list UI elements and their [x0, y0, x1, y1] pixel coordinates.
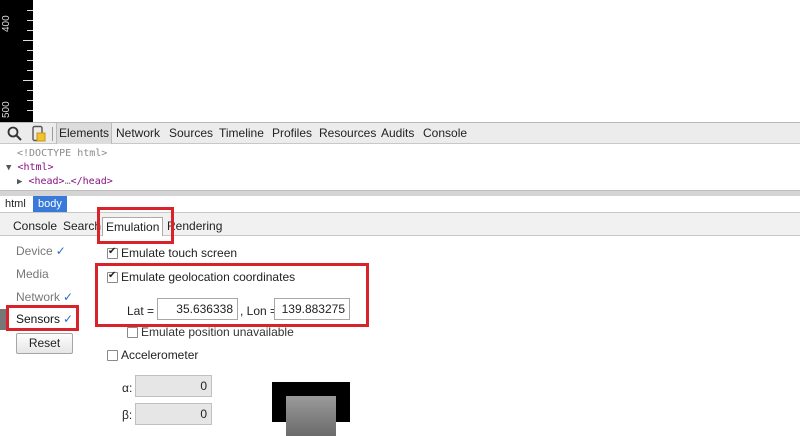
tab-network[interactable]: Network — [114, 123, 162, 144]
tab-elements[interactable]: Elements — [56, 123, 113, 144]
alpha-label: α: — [122, 381, 133, 395]
drawer-tab-rendering[interactable]: Rendering — [167, 217, 222, 236]
position-unavailable-checkbox[interactable] — [127, 327, 138, 338]
check-icon: ✓ — [55, 244, 66, 258]
device-mode-icon[interactable] — [30, 125, 48, 143]
device-orientation-preview — [272, 382, 350, 436]
dom-tree: <!DOCTYPE html> ▼ <html> ▶ <head>…</head… — [0, 145, 800, 190]
reset-button[interactable]: Reset — [16, 333, 73, 354]
touch-screen-label: Emulate touch screen — [121, 246, 238, 260]
drawer-tab-console[interactable]: Console — [13, 217, 57, 236]
alpha-input[interactable]: 0 — [135, 375, 212, 397]
geolocation-highlight — [95, 263, 369, 327]
accelerometer-label: Accelerometer — [121, 348, 199, 362]
devtools-toolbar: Elements Network Sources Timeline Profil… — [0, 122, 800, 144]
sidebar-item-network[interactable]: Network ✓ — [16, 290, 73, 304]
search-icon[interactable] — [6, 125, 24, 143]
ruler-label-500: 500 — [1, 101, 12, 118]
sidebar-item-label: Media — [16, 267, 49, 281]
inspected-page-viewport — [33, 0, 800, 122]
beta-label: β: — [122, 408, 133, 422]
touch-screen-checkbox[interactable] — [107, 246, 118, 259]
sidebar-item-device[interactable]: Device ✓ — [16, 244, 66, 258]
breadcrumb-body[interactable]: body — [33, 196, 67, 212]
drawer-tab-search[interactable]: Search — [63, 217, 101, 236]
tab-timeline[interactable]: Timeline — [217, 123, 266, 144]
sidebar-item-label: Network — [16, 290, 61, 304]
doctype-node[interactable]: <!DOCTYPE html> — [17, 148, 107, 159]
sidebar-item-media[interactable]: Media — [16, 267, 49, 281]
check-icon: ✓ — [63, 290, 74, 304]
beta-input[interactable]: 0 — [135, 403, 212, 425]
ruler-label-400: 400 — [1, 15, 12, 32]
tab-sources[interactable]: Sources — [167, 123, 215, 144]
sensors-highlight — [6, 305, 79, 331]
collapse-triangle-icon[interactable]: ▶ — [17, 177, 22, 187]
position-unavailable-label: Emulate position unavailable — [141, 325, 294, 339]
accelerometer-checkbox[interactable] — [107, 350, 118, 361]
emulation-tab-highlight — [97, 207, 174, 244]
tab-console[interactable]: Console — [421, 123, 469, 144]
tab-resources[interactable]: Resources — [317, 123, 378, 144]
head-node-open[interactable]: <head> — [28, 176, 64, 187]
vertical-ruler: 400 500 — [0, 0, 33, 122]
tab-audits[interactable]: Audits — [379, 123, 416, 144]
tab-profiles[interactable]: Profiles — [270, 123, 314, 144]
breadcrumb-html[interactable]: html — [0, 196, 31, 212]
head-node-close: </head> — [70, 176, 113, 187]
expand-triangle-icon[interactable]: ▼ — [6, 163, 11, 173]
sidebar-item-label: Device — [16, 244, 53, 258]
html-node[interactable]: <html> — [17, 162, 53, 173]
